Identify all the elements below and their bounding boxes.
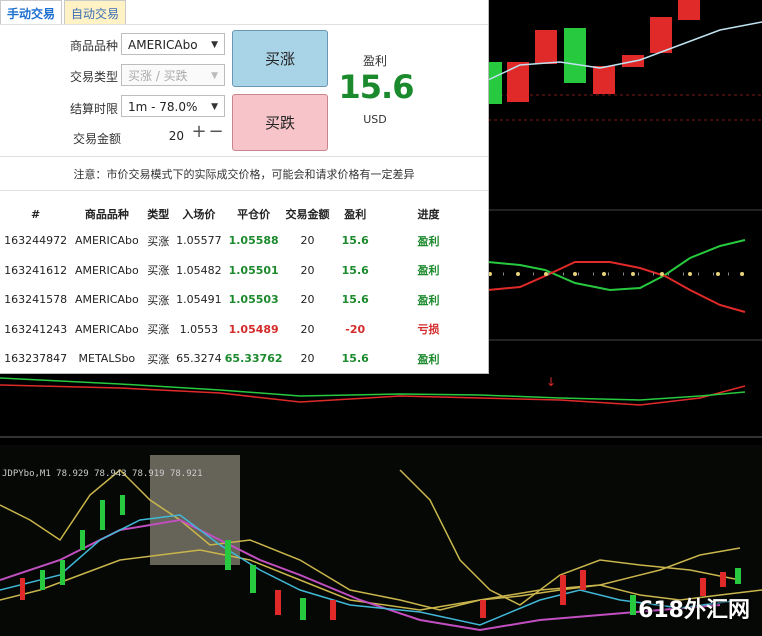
order-profit: -20	[345, 322, 366, 336]
profit-value: 15.6	[338, 68, 415, 106]
order-product: METALSbo	[78, 352, 136, 366]
tab-bar: 手动交易 自动交易	[0, 0, 128, 24]
amount-label: 交易金额	[73, 132, 122, 146]
order-amount: 20	[300, 234, 315, 248]
order-entry: 1.0553	[179, 322, 219, 336]
expiry-select-value: 1m - 78.0%	[128, 100, 198, 114]
order-entry: 1.05491	[176, 293, 222, 307]
order-amount: 20	[300, 263, 315, 277]
order-id: 163244972	[4, 234, 68, 248]
profit-label: 盈利	[362, 54, 387, 68]
order-profit: 15.6	[341, 234, 369, 248]
product-select[interactable]: AMERICAbo ▼	[121, 33, 225, 55]
trade-type-select-value: 买涨 / 买跌	[128, 69, 188, 83]
table-row[interactable]: 163244972 AMERICAbo 买涨 1.05577 1.05588 2…	[0, 226, 478, 256]
order-amount: 20	[300, 293, 315, 307]
order-type: 买涨	[147, 264, 170, 278]
order-product: AMERICAbo	[74, 293, 139, 307]
product-select-value: AMERICAbo	[128, 38, 198, 52]
col-id: #	[30, 207, 41, 221]
notice-text: 注意：市价交易模式下的实际成交价格，可能会和请求价格有一定差异	[73, 168, 415, 181]
order-close: 1.05503	[228, 293, 279, 307]
svg-text:↓: ↓	[546, 375, 556, 389]
order-profit: 15.6	[341, 293, 369, 307]
order-profit: 15.6	[341, 263, 369, 277]
buy-down-button[interactable]: 买跌	[232, 94, 328, 151]
order-product: AMERICAbo	[74, 263, 139, 277]
chevron-down-icon: ▼	[211, 71, 218, 81]
orders-table: # 商品品种 类型 入场价 平仓价 交易金额 盈利 进度 163244972 A…	[0, 202, 478, 374]
form-divider	[0, 156, 488, 157]
col-profit: 盈利	[344, 208, 367, 221]
buy-up-button[interactable]: 买涨	[232, 30, 328, 87]
order-progress: 亏损	[417, 323, 440, 337]
order-product: AMERICAbo	[74, 234, 139, 248]
order-id: 163237847	[4, 352, 68, 366]
amount-input[interactable]: 20	[160, 129, 184, 143]
trade-panel: 手动交易 自动交易 商品品种 AMERICAbo ▼ 交易类型 买涨 / 买跌 …	[0, 0, 489, 374]
profit-unit: USD	[363, 113, 387, 126]
col-amount: 交易金额	[285, 208, 330, 221]
order-id: 163241578	[4, 293, 68, 307]
notice-divider	[0, 190, 488, 191]
table-row[interactable]: 163237847 METALSbo 买涨 65.3274 65.33762 2…	[0, 344, 478, 374]
table-row[interactable]: 163241612 AMERICAbo 买涨 1.05482 1.05501 2…	[0, 256, 478, 286]
order-type: 买涨	[147, 293, 170, 307]
order-close: 65.33762	[224, 352, 283, 366]
col-type: 类型	[147, 208, 170, 221]
chevron-down-icon: ▼	[211, 40, 218, 50]
order-progress: 盈利	[417, 234, 440, 248]
order-progress: 盈利	[417, 293, 440, 307]
trade-type-select[interactable]: 买涨 / 买跌 ▼	[121, 64, 225, 86]
order-id: 163241612	[4, 263, 68, 277]
trade-type-label: 交易类型	[70, 70, 119, 84]
col-close: 平仓价	[237, 208, 271, 221]
order-id: 163241243	[4, 322, 68, 336]
order-product: AMERICAbo	[74, 322, 139, 336]
tab-manual-trade[interactable]: 手动交易	[0, 0, 63, 24]
tab-auto-trade[interactable]: 自动交易	[64, 0, 127, 24]
col-entry: 入场价	[182, 208, 216, 221]
order-close: 1.05501	[228, 263, 279, 277]
order-progress: 盈利	[417, 264, 440, 278]
table-row[interactable]: 163241243 AMERICAbo 买涨 1.0553 1.05489 20…	[0, 315, 478, 345]
order-amount: 20	[300, 322, 315, 336]
order-progress: 盈利	[417, 352, 440, 366]
tab-divider	[0, 24, 488, 25]
table-header-row: # 商品品种 类型 入场价 平仓价 交易金额 盈利 进度	[0, 202, 478, 226]
order-entry: 65.3274	[176, 352, 222, 366]
watermark: 618外汇网	[638, 598, 750, 623]
order-entry: 1.05577	[176, 234, 222, 248]
product-label: 商品品种	[70, 39, 119, 53]
expiry-select[interactable]: 1m - 78.0% ▼	[121, 95, 225, 117]
minus-icon[interactable]: −	[208, 123, 224, 141]
chart-header: JDPYbo,M1 78.929 78.943 78.919 78.921	[2, 469, 202, 479]
order-close: 1.05588	[228, 234, 279, 248]
order-type: 买涨	[147, 323, 170, 337]
order-close: 1.05489	[228, 322, 279, 336]
expiry-label: 结算时限	[70, 102, 119, 116]
col-product: 商品品种	[84, 208, 129, 221]
order-type: 买涨	[147, 234, 170, 248]
chevron-down-icon: ▼	[211, 102, 218, 112]
col-progress: 进度	[417, 208, 440, 221]
order-profit: 15.6	[341, 352, 369, 366]
plus-icon[interactable]: +	[191, 123, 207, 141]
order-entry: 1.05482	[176, 263, 222, 277]
order-amount: 20	[300, 352, 315, 366]
order-type: 买涨	[147, 352, 170, 366]
table-row[interactable]: 163241578 AMERICAbo 买涨 1.05491 1.05503 2…	[0, 285, 478, 315]
